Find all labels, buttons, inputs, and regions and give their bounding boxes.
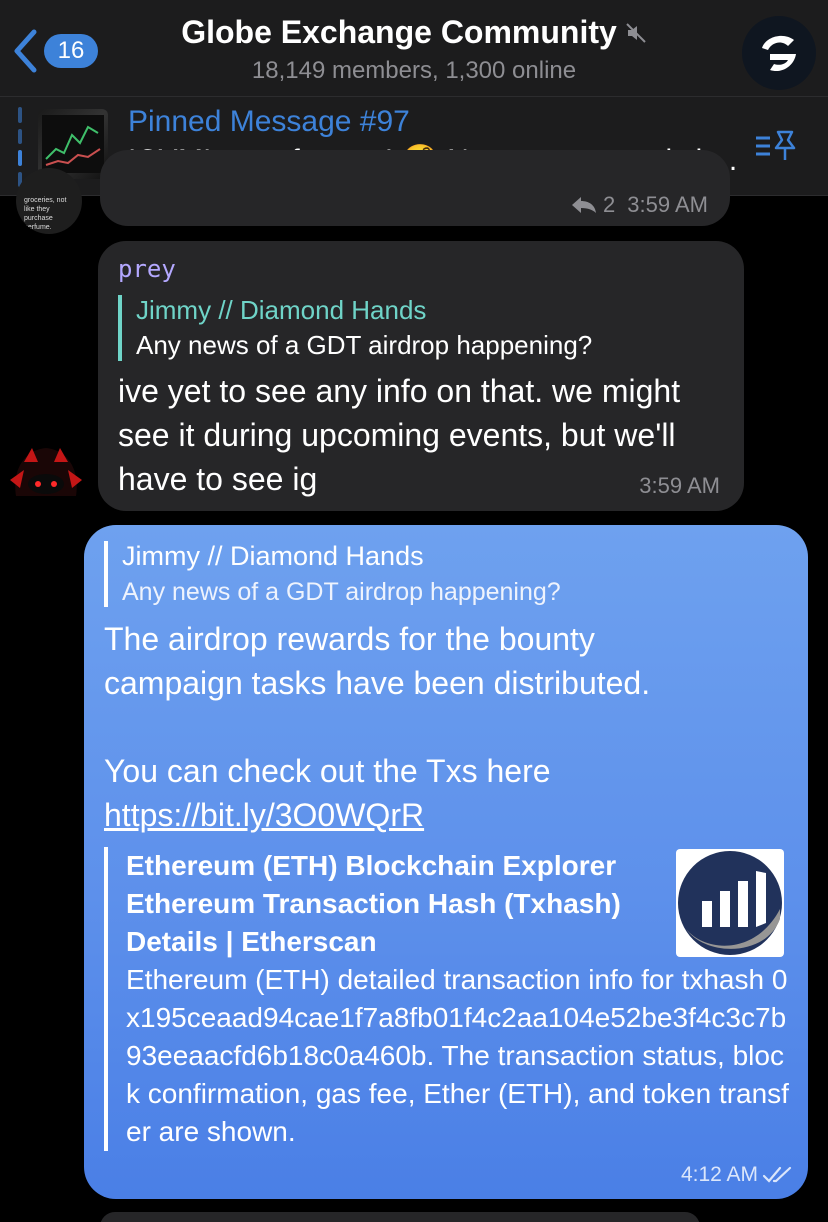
reply-snippet: Any news of a GDT airdrop happening? (122, 578, 561, 606)
link-preview[interactable]: Ethereum (ETH) Blockchain Explorer Ether… (104, 847, 804, 1151)
previous-message-meta: 2 3:59 AM (571, 192, 708, 218)
muted-icon (626, 22, 646, 43)
preview-thumbnail (676, 849, 784, 957)
preview-title: Ethereum (ETH) Blockchain Explorer Ether… (126, 850, 621, 957)
previous-sender-avatar[interactable]: groceries, not like they purchase perfum… (16, 168, 82, 234)
chat-title: Globe Exchange Community (181, 14, 647, 51)
chat-header: 16 Globe Exchange Community 18,149 membe… (0, 0, 828, 96)
message-link[interactable]: https://bit.ly/3O0WQrR (104, 797, 424, 833)
sender-name[interactable]: prey (118, 255, 176, 283)
unread-count-badge: 16 (44, 34, 98, 68)
message-text: The airdrop rewards for the bounty campa… (104, 617, 784, 837)
chat-title-area[interactable]: Globe Exchange Community 18,149 members,… (150, 14, 678, 85)
chevron-left-icon (14, 29, 37, 73)
back-button[interactable]: 16 (12, 28, 98, 74)
message-bubble-own[interactable]: Jimmy // Diamond Hands Any news of a GDT… (84, 525, 808, 1199)
reply-quote[interactable]: Jimmy // Diamond Hands Any news of a GDT… (104, 541, 561, 607)
avatar-caption: groceries, not like they purchase perfum… (24, 197, 67, 231)
pinned-title: Pinned Message #97 (128, 105, 410, 138)
message-text: ive yet to see any info on that. we migh… (118, 373, 681, 497)
message-bubble-prey[interactable]: prey Jimmy // Diamond Hands Any news of … (98, 241, 744, 511)
reply-snippet: Any news of a GDT airdrop happening? (136, 330, 593, 360)
message-time: 3:59 AM (639, 473, 720, 498)
double-check-icon (762, 1166, 792, 1183)
globe-logo-icon (762, 35, 796, 72)
reply-count: 2 (603, 192, 616, 217)
message-time: 4:12 AM (680, 1163, 758, 1186)
message-time: 3:59 AM (627, 192, 708, 217)
reply-arrow-icon (572, 197, 597, 213)
pin-list-icon[interactable] (754, 128, 798, 164)
chat-title-text: Globe Exchange Community (181, 14, 617, 50)
chat-subtitle: 18,149 members, 1,300 online (251, 57, 577, 84)
message-line-2: You can check out the Txs here (104, 753, 551, 789)
sender-avatar-prey[interactable] (6, 440, 86, 506)
message-meta: 4:12 AM (681, 1163, 794, 1187)
reply-author: Jimmy // Diamond Hands (122, 541, 424, 571)
next-message-bubble[interactable] (100, 1212, 700, 1222)
group-avatar[interactable] (742, 16, 816, 90)
reply-quote[interactable]: Jimmy // Diamond Hands Any news of a GDT… (118, 295, 592, 361)
etherscan-logo-icon (678, 851, 782, 955)
preview-description: Ethereum (ETH) detailed transaction info… (126, 964, 789, 1147)
pinned-indicator (18, 107, 22, 187)
reply-author: Jimmy // Diamond Hands (136, 295, 427, 325)
message-line-1: The airdrop rewards for the bounty campa… (104, 621, 651, 701)
